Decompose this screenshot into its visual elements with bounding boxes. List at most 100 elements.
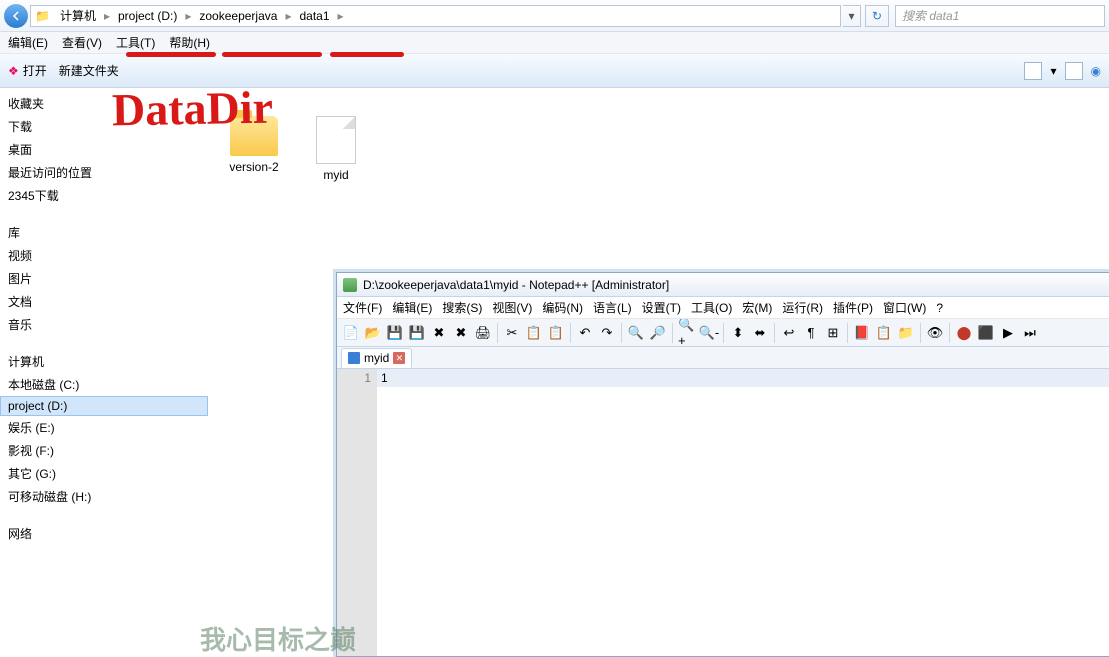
stop-icon[interactable]: ⬛ xyxy=(976,323,996,343)
zoom-in-icon[interactable]: 🔍+ xyxy=(677,323,697,343)
menu-view[interactable]: 查看(V) xyxy=(62,34,102,51)
sidebar-computer[interactable]: 计算机 xyxy=(0,350,208,373)
undo-icon[interactable]: ↶ xyxy=(575,323,595,343)
sidebar-item-pictures[interactable]: 图片 xyxy=(0,267,208,290)
notepad-menu-bar: 文件(F) 编辑(E) 搜索(S) 视图(V) 编码(N) 语言(L) 设置(T… xyxy=(337,297,1109,319)
sidebar-item-music[interactable]: 音乐 xyxy=(0,313,208,336)
play-icon[interactable]: ▶ xyxy=(998,323,1018,343)
npp-menu-macro[interactable]: 宏(M) xyxy=(742,299,772,316)
search-input[interactable]: 搜索 data1 xyxy=(895,5,1105,27)
save-all-icon[interactable]: 💾 xyxy=(407,323,427,343)
sidebar-item-recent[interactable]: 最近访问的位置 xyxy=(0,161,208,184)
crumb-data1[interactable]: data1 xyxy=(293,6,335,26)
monitor-icon[interactable]: 👁 xyxy=(925,323,945,343)
paste-icon[interactable]: 📋 xyxy=(546,323,566,343)
play-multi-icon[interactable]: ⏭ xyxy=(1020,323,1040,343)
menu-edit[interactable]: 编辑(E) xyxy=(8,34,48,51)
sidebar-item-g[interactable]: 其它 (G:) xyxy=(0,462,208,485)
refresh-button[interactable]: ↻ xyxy=(865,5,889,27)
zoom-out-icon[interactable]: 🔍- xyxy=(699,323,719,343)
sidebar-network[interactable]: 网络 xyxy=(0,522,208,545)
npp-menu-encoding[interactable]: 编码(N) xyxy=(542,299,583,316)
file-myid[interactable]: myid xyxy=(300,116,372,182)
sidebar-item-c[interactable]: 本地磁盘 (C:) xyxy=(0,373,208,396)
cut-icon[interactable]: ✂ xyxy=(502,323,522,343)
annotation-underline xyxy=(222,52,322,57)
notepad-title-text: D:\zookeeperjava\data1\myid - Notepad++ … xyxy=(363,278,669,292)
help-icon[interactable]: ◉ xyxy=(1091,64,1101,78)
record-icon[interactable]: ⬤ xyxy=(954,323,974,343)
file-label: version-2 xyxy=(218,160,290,174)
find-icon[interactable]: 🔍 xyxy=(626,323,646,343)
sync-h-icon[interactable]: ⬌ xyxy=(750,323,770,343)
sidebar-item-2345[interactable]: 2345下载 xyxy=(0,184,208,207)
word-wrap-icon[interactable]: ↩ xyxy=(779,323,799,343)
tab-myid[interactable]: myid ✕ xyxy=(341,348,412,368)
sidebar-item-documents[interactable]: 文档 xyxy=(0,290,208,313)
line-number: 1 xyxy=(337,371,371,385)
dropdown-icon[interactable]: ▾ xyxy=(1050,64,1056,78)
doc-map-icon[interactable]: 📕 xyxy=(852,323,872,343)
open-button[interactable]: ❖ 打开 xyxy=(8,62,47,79)
npp-menu-run[interactable]: 运行(R) xyxy=(782,299,823,316)
replace-icon[interactable]: 🔎 xyxy=(648,323,668,343)
address-dropdown[interactable]: ▾ xyxy=(843,5,861,27)
close-all-icon[interactable]: ✖ xyxy=(451,323,471,343)
sidebar-item-desktop[interactable]: 桌面 xyxy=(0,138,208,161)
function-list-icon[interactable]: 📋 xyxy=(874,323,894,343)
sync-v-icon[interactable]: ⬍ xyxy=(728,323,748,343)
menu-tools[interactable]: 工具(T) xyxy=(116,34,155,51)
breadcrumb-path[interactable]: 📁 计算机▸ project (D:)▸ zookeeperjava▸ data… xyxy=(30,5,841,27)
tab-close-icon[interactable]: ✕ xyxy=(393,352,405,364)
close-icon[interactable]: ✖ xyxy=(429,323,449,343)
annotation-underline xyxy=(126,52,216,57)
open-icon: ❖ xyxy=(8,64,19,78)
npp-menu-search[interactable]: 搜索(S) xyxy=(442,299,482,316)
file-icon xyxy=(316,116,356,164)
sidebar: 收藏夹 下载 桌面 最近访问的位置 2345下载 库 视频 图片 文档 音乐 计… xyxy=(0,88,208,653)
save-icon[interactable]: 💾 xyxy=(385,323,405,343)
sidebar-item-e[interactable]: 娱乐 (E:) xyxy=(0,416,208,439)
editor-content: 1 xyxy=(381,371,388,385)
new-file-icon[interactable]: 📄 xyxy=(341,323,361,343)
npp-menu-help[interactable]: ? xyxy=(936,301,943,315)
crumb-zookeeper[interactable]: zookeeperjava xyxy=(193,6,283,26)
save-state-icon xyxy=(348,352,360,364)
open-file-icon[interactable]: 📂 xyxy=(363,323,383,343)
new-folder-button[interactable]: 新建文件夹 xyxy=(59,62,119,79)
back-button[interactable] xyxy=(4,4,28,28)
print-icon[interactable]: 🖨 xyxy=(473,323,493,343)
npp-menu-language[interactable]: 语言(L) xyxy=(593,299,632,316)
npp-menu-edit[interactable]: 编辑(E) xyxy=(392,299,432,316)
editor-text[interactable]: 1 xyxy=(377,369,1109,656)
view-options-icon[interactable] xyxy=(1024,62,1042,80)
chevron-icon: ▸ xyxy=(336,9,346,23)
copy-icon[interactable]: 📋 xyxy=(524,323,544,343)
back-arrow-icon xyxy=(11,11,21,21)
menu-help[interactable]: 帮助(H) xyxy=(169,34,210,51)
crumb-computer[interactable]: 计算机 xyxy=(54,6,102,26)
npp-menu-plugins[interactable]: 插件(P) xyxy=(833,299,873,316)
sidebar-libraries[interactable]: 库 xyxy=(0,221,208,244)
address-bar: 📁 计算机▸ project (D:)▸ zookeeperjava▸ data… xyxy=(0,0,1109,32)
sidebar-item-h[interactable]: 可移动磁盘 (H:) xyxy=(0,485,208,508)
redo-icon[interactable]: ↷ xyxy=(597,323,617,343)
sidebar-item-videos[interactable]: 视频 xyxy=(0,244,208,267)
npp-menu-settings[interactable]: 设置(T) xyxy=(642,299,681,316)
npp-menu-view[interactable]: 视图(V) xyxy=(492,299,532,316)
crumb-project[interactable]: project (D:) xyxy=(112,6,183,26)
show-all-icon[interactable]: ¶ xyxy=(801,323,821,343)
indent-guide-icon[interactable]: ⊞ xyxy=(823,323,843,343)
preview-pane-icon[interactable] xyxy=(1065,62,1083,80)
npp-menu-window[interactable]: 窗口(W) xyxy=(883,299,926,316)
npp-menu-tools[interactable]: 工具(O) xyxy=(691,299,732,316)
annotation-text: DataDir xyxy=(112,81,274,137)
sidebar-item-d[interactable]: project (D:) xyxy=(0,396,208,416)
folder-icon: 📁 xyxy=(35,9,50,23)
sidebar-item-f[interactable]: 影视 (F:) xyxy=(0,439,208,462)
npp-menu-file[interactable]: 文件(F) xyxy=(343,299,382,316)
notepad-titlebar[interactable]: D:\zookeeperjava\data1\myid - Notepad++ … xyxy=(337,273,1109,297)
chevron-icon: ▸ xyxy=(183,9,193,23)
explorer-menu-bar: 编辑(E) 查看(V) 工具(T) 帮助(H) xyxy=(0,32,1109,54)
folder-tree-icon[interactable]: 📁 xyxy=(896,323,916,343)
